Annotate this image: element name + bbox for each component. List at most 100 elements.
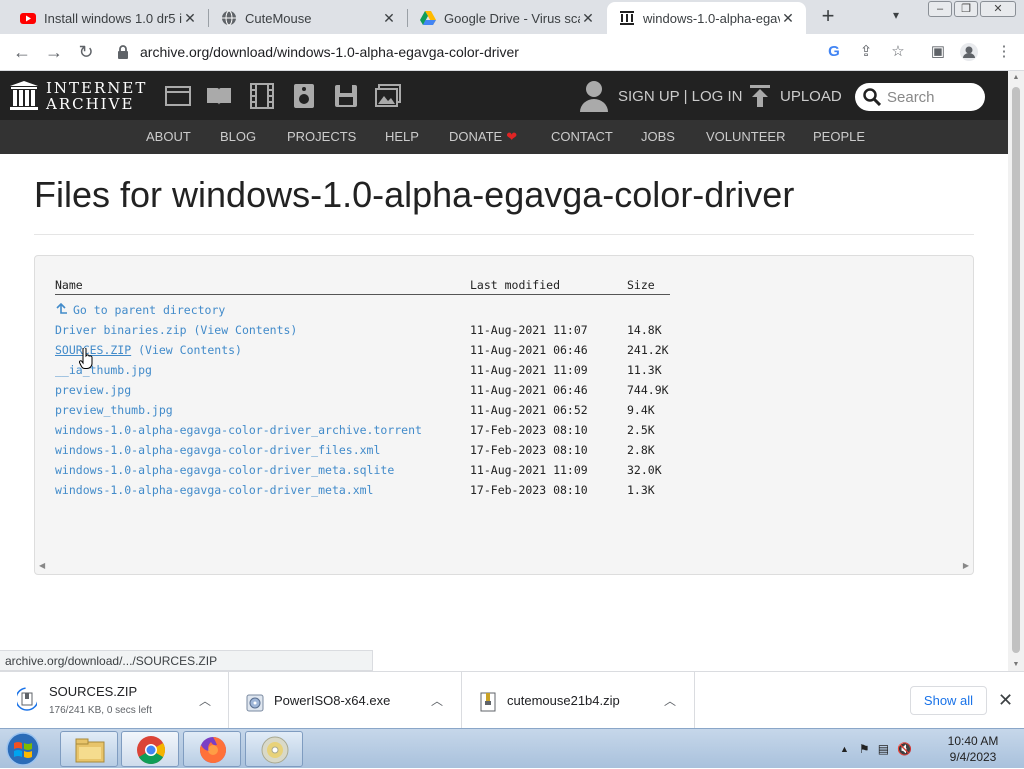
ia-logo[interactable]: INTERNET ARCHIVE: [10, 80, 147, 112]
close-tab-icon[interactable]: ✕: [182, 10, 198, 27]
close-tab-icon[interactable]: ✕: [780, 10, 796, 27]
google-translate-icon[interactable]: G: [824, 42, 844, 62]
tab-internet-archive[interactable]: windows-1.0-alpha-egav ✕: [607, 2, 806, 34]
profile-avatar-icon[interactable]: [959, 42, 979, 62]
scroll-down-arrow-icon[interactable]: ▼: [1012, 661, 1020, 668]
view-contents-link[interactable]: (View Contents): [138, 343, 242, 357]
tab-search-chevron-icon[interactable]: ▾: [893, 8, 899, 22]
tab-google-drive[interactable]: Google Drive - Virus scan ✕: [408, 2, 606, 34]
scroll-right-arrow-icon[interactable]: ▶: [963, 561, 969, 570]
parent-directory-link[interactable]: Go to parent directory: [55, 303, 225, 317]
start-button-icon[interactable]: [4, 731, 42, 767]
nav-blog[interactable]: BLOG: [220, 129, 256, 144]
upload-text: UPLOAD: [780, 87, 842, 105]
nav-donate[interactable]: DONATE ❤: [449, 129, 517, 145]
file-link[interactable]: preview_thumb.jpg: [55, 403, 173, 417]
web-icon[interactable]: [165, 83, 191, 109]
address-bar[interactable]: archive.org/download/windows-1.0-alpha-e…: [108, 37, 820, 67]
chevron-up-icon[interactable]: ︿: [664, 692, 676, 709]
folder-icon: [75, 738, 105, 763]
software-icon[interactable]: [333, 83, 359, 109]
restore-button[interactable]: ❐: [954, 1, 978, 17]
page-scrollbar[interactable]: ▲ ▼: [1008, 71, 1024, 671]
minimize-button[interactable]: –: [928, 1, 952, 17]
file-link[interactable]: __ia_thumb.jpg: [55, 363, 152, 377]
file-link[interactable]: windows-1.0-alpha-egavga-color-driver_fi…: [55, 443, 380, 457]
table-row: Driver binaries.zip (View Contents) 11-A…: [55, 320, 670, 340]
sign-up-login-text: SIGN UP | LOG IN: [618, 87, 743, 105]
close-download-shelf-icon[interactable]: ✕: [998, 690, 1013, 711]
windows-taskbar: ▲ ⚑ ▤ 🔇 10:40 AM 9/4/2023: [0, 728, 1024, 768]
volume-muted-icon[interactable]: 🔇: [897, 742, 912, 756]
taskbar-firefox[interactable]: [183, 731, 241, 767]
scrollbar-thumb[interactable]: [1012, 87, 1020, 653]
images-icon[interactable]: [375, 83, 401, 109]
file-modified: 11-Aug-2021 06:52: [470, 403, 588, 417]
scroll-up-arrow-icon[interactable]: ▲: [1012, 74, 1020, 81]
nav-contact[interactable]: CONTACT: [551, 129, 613, 144]
file-link[interactable]: windows-1.0-alpha-egavga-color-driver_ar…: [55, 423, 422, 437]
upload-link[interactable]: UPLOAD: [750, 85, 842, 107]
show-all-downloads-button[interactable]: Show all: [910, 686, 987, 715]
nav-help[interactable]: HELP: [385, 129, 419, 144]
file-link[interactable]: windows-1.0-alpha-egavga-color-driver_me…: [55, 463, 394, 477]
nav-projects[interactable]: PROJECTS: [287, 129, 356, 144]
forward-button[interactable]: →: [42, 40, 66, 64]
close-tab-icon[interactable]: ✕: [381, 10, 397, 27]
download-status: 176/241 KB, 0 secs left: [49, 705, 152, 716]
new-tab-button[interactable]: +: [816, 5, 840, 29]
nav-volunteer[interactable]: VOLUNTEER: [706, 129, 785, 144]
view-contents-link[interactable]: (View Contents): [194, 323, 298, 337]
download-shelf: SOURCES.ZIP 176/241 KB, 0 secs left ︿ Po…: [0, 671, 1024, 729]
action-center-flag-icon[interactable]: ⚑: [859, 742, 870, 756]
bookmark-star-icon[interactable]: ☆: [888, 42, 908, 62]
nav-about[interactable]: ABOUT: [146, 129, 191, 144]
table-row: preview.jpg 11-Aug-2021 06:46 744.9K: [55, 380, 670, 400]
texts-icon[interactable]: [206, 83, 232, 109]
file-link[interactable]: windows-1.0-alpha-egavga-color-driver_me…: [55, 483, 374, 497]
audio-icon[interactable]: [291, 83, 317, 109]
scroll-left-arrow-icon[interactable]: ◀: [39, 561, 45, 570]
tab-cutemouse[interactable]: CuteMouse ✕: [209, 2, 407, 34]
google-drive-icon: [420, 11, 436, 25]
share-icon[interactable]: ⇪: [856, 42, 876, 62]
network-icon[interactable]: ▤: [878, 742, 889, 756]
show-hidden-icons-icon[interactable]: ▲: [840, 744, 849, 754]
file-link[interactable]: SOURCES.ZIP: [55, 343, 131, 357]
browser-menu-icon[interactable]: ⋮: [994, 42, 1014, 62]
taskbar-explorer[interactable]: [60, 731, 118, 767]
download-filename: cutemouse21b4.zip: [507, 693, 620, 708]
chevron-up-icon[interactable]: ︿: [199, 692, 211, 709]
youtube-icon: [20, 13, 36, 24]
taskbar-chrome[interactable]: [121, 731, 179, 767]
taskbar-clock[interactable]: 10:40 AM 9/4/2023: [942, 733, 1004, 765]
tab-youtube[interactable]: Install windows 1.0 dr5 in ✕: [8, 2, 208, 34]
system-tray: ▲ ⚑ ▤ 🔇: [840, 729, 912, 769]
file-modified: 11-Aug-2021 11:07: [470, 323, 588, 337]
firefox-icon: [200, 737, 226, 763]
file-size: 32.0K: [627, 463, 662, 477]
chevron-up-icon[interactable]: ︿: [431, 692, 443, 709]
taskbar-disc-app[interactable]: [245, 731, 303, 767]
file-link[interactable]: preview.jpg: [55, 383, 131, 397]
close-tab-icon[interactable]: ✕: [580, 10, 596, 27]
download-item[interactable]: PowerISO8-x64.exe ︿: [229, 672, 462, 729]
nav-people[interactable]: PEOPLE: [813, 129, 865, 144]
download-item[interactable]: cutemouse21b4.zip ︿: [462, 672, 695, 729]
reload-button[interactable]: ↻: [74, 40, 98, 64]
sign-up-login-link[interactable]: SIGN UP | LOG IN: [580, 80, 742, 112]
hand-cursor-icon: [79, 348, 93, 370]
page-content: Files for windows-1.0-alpha-egavga-color…: [0, 154, 1008, 650]
download-item[interactable]: SOURCES.ZIP 176/241 KB, 0 secs left ︿: [0, 672, 229, 729]
side-panel-icon[interactable]: ▣: [928, 42, 948, 62]
window-close-button[interactable]: ✕: [980, 1, 1016, 17]
video-icon[interactable]: [249, 83, 275, 109]
file-link[interactable]: Driver binaries.zip: [55, 323, 187, 337]
nav-jobs[interactable]: JOBS: [641, 129, 675, 144]
search-input[interactable]: Search: [887, 89, 935, 106]
ia-search-box[interactable]: Search: [855, 83, 985, 111]
back-button[interactable]: ←: [10, 40, 34, 64]
clock-date: 9/4/2023: [949, 750, 997, 764]
download-filename: PowerISO8-x64.exe: [274, 693, 391, 708]
url-text: archive.org/download/windows-1.0-alpha-e…: [140, 44, 519, 60]
